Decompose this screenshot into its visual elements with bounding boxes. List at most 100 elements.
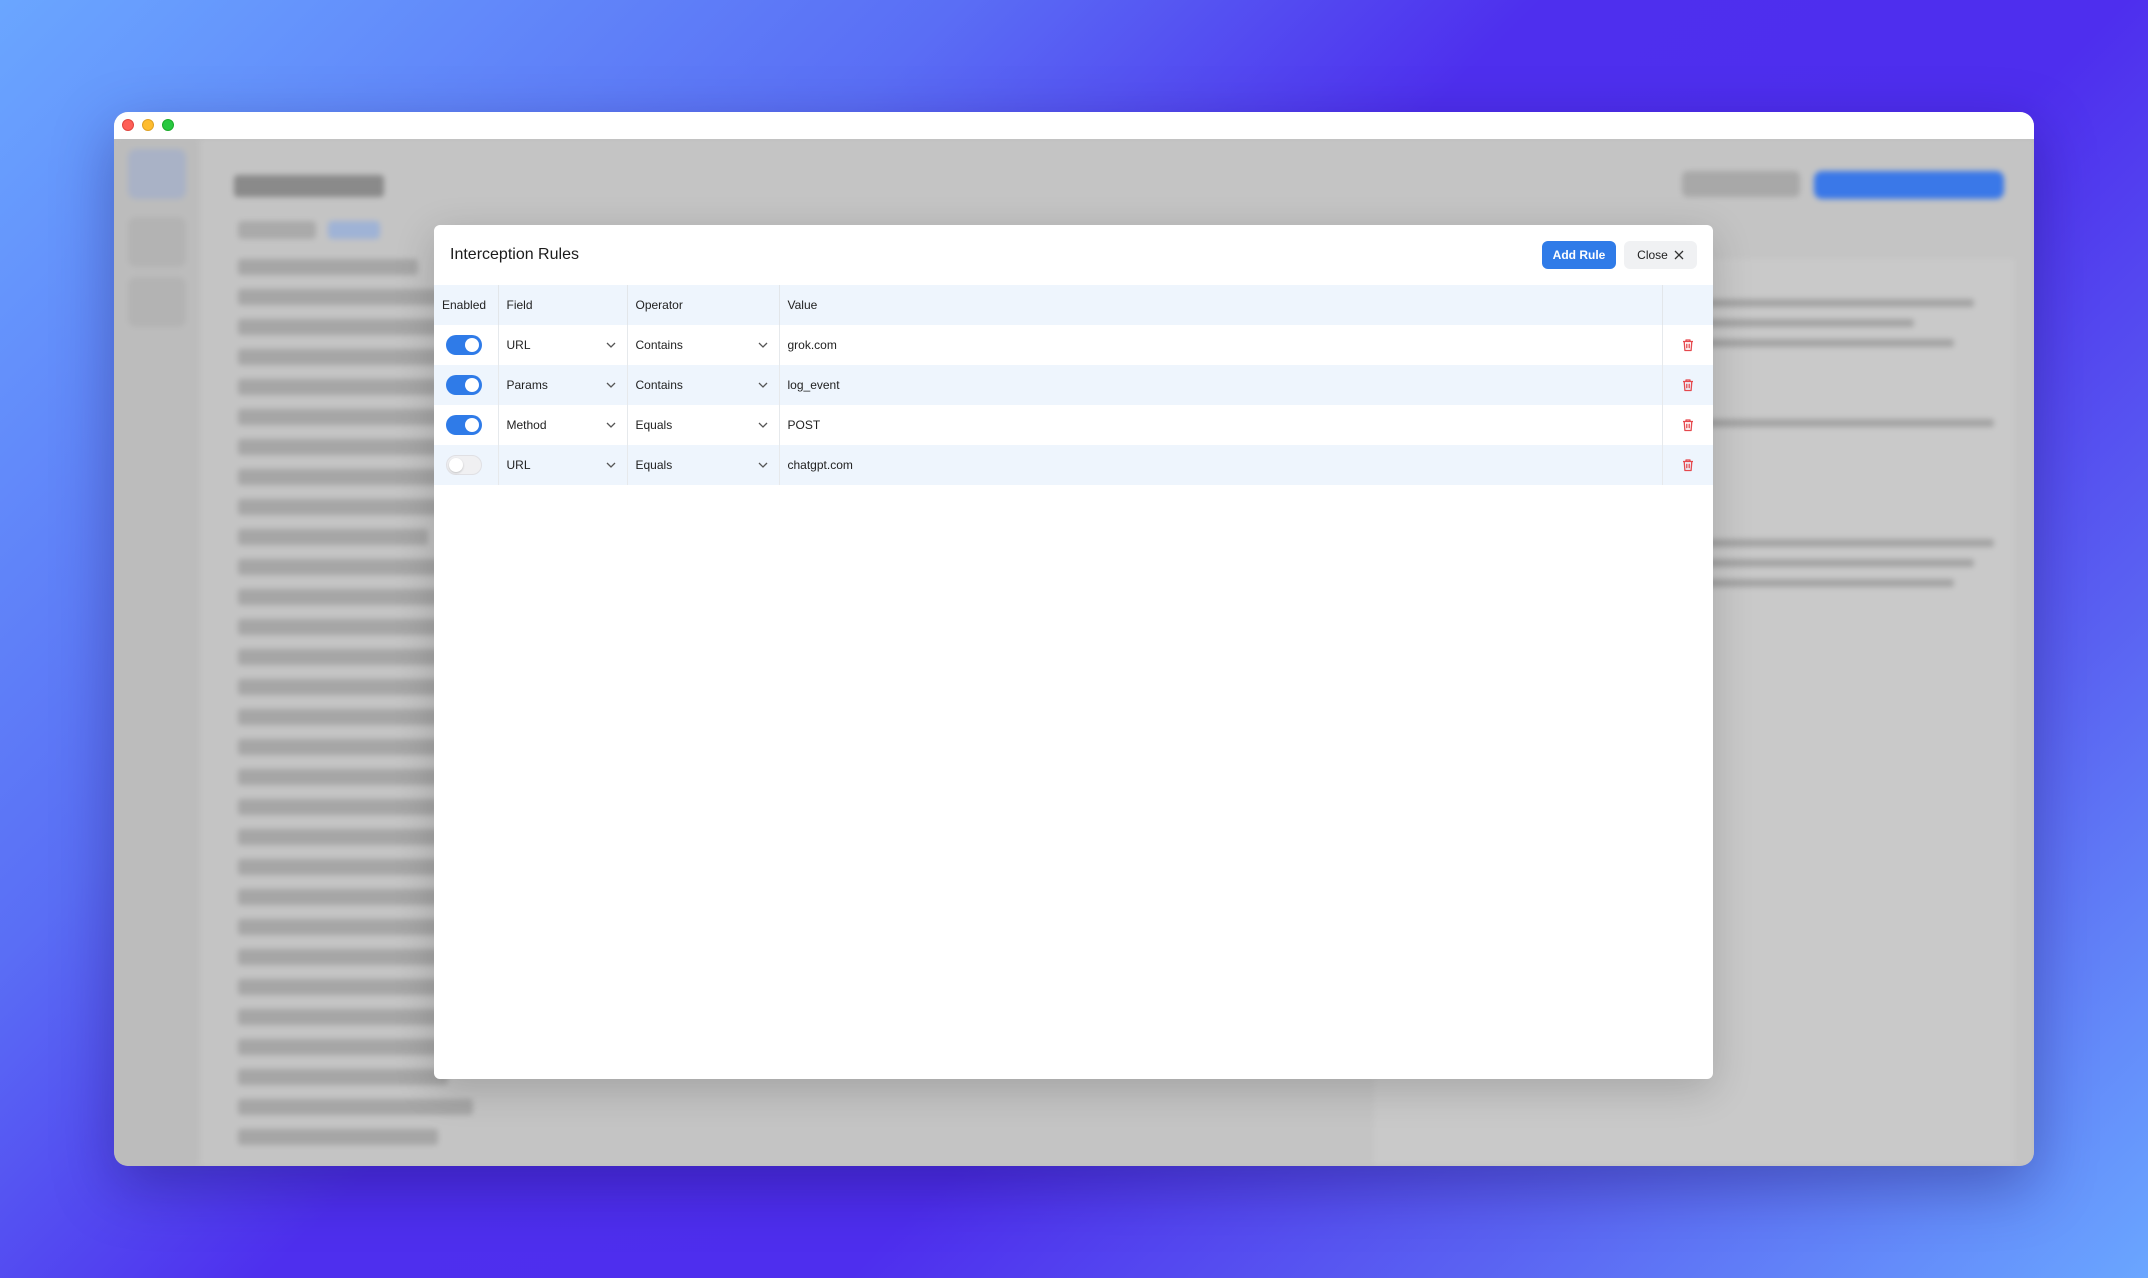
value-field[interactable]: grok.com [779,325,1663,365]
table-row: Params Contains log_event [434,365,1713,405]
modal-title: Interception Rules [450,246,579,263]
header-operator: Operator [627,285,780,325]
title-bar [114,112,2034,139]
field-select-value: URL [506,458,531,472]
table-header-row: Enabled Field Operator Value [434,285,1713,325]
background-row [238,1099,473,1115]
operator-select[interactable]: Equals [636,458,779,472]
delete-rule-button[interactable] [1671,378,1714,392]
chevron-down-icon [606,462,615,468]
delete-rule-button[interactable] [1671,338,1714,352]
operator-select-value: Contains [635,338,683,352]
operator-cell: Equals [627,405,780,445]
background-row [238,889,453,905]
field-select-value: Method [506,418,547,432]
background-row [238,379,438,395]
enabled-cell [434,445,499,485]
add-rule-button[interactable]: Add Rule [1542,241,1616,269]
table-row: Method Equals POST [434,405,1713,445]
interception-rules-modal: Interception Rules Add Rule Close Enable… [434,225,1713,1079]
enabled-toggle[interactable] [446,455,482,475]
operator-select-value: Equals [635,458,673,472]
background-tab [328,221,380,239]
window-minimize-button[interactable] [142,119,154,131]
window-close-button[interactable] [122,119,134,131]
operator-cell: Equals [627,445,780,485]
background-sidebar-item [128,217,186,267]
field-select[interactable]: URL [507,338,627,352]
toggle-knob [465,378,479,392]
field-select-value: Params [506,378,548,392]
background-sidebar-item [128,149,186,199]
field-select[interactable]: Method [507,418,627,432]
value-field[interactable]: log_event [779,365,1663,405]
field-cell: URL [498,325,628,365]
background-sidebar-item [128,277,186,327]
operator-cell: Contains [627,365,780,405]
background-row [238,469,448,485]
background-row [238,1009,463,1025]
close-button[interactable]: Close [1624,241,1697,269]
operator-select[interactable]: Contains [636,338,779,352]
toggle-knob [465,338,479,352]
operator-cell: Contains [627,325,780,365]
background-button [1682,171,1800,197]
close-button-label: Close [1637,248,1668,262]
background-row [238,649,443,665]
background-title [234,175,384,197]
field-select-value: URL [506,338,531,352]
header-enabled: Enabled [434,285,499,325]
table-row: URL Contains grok.com [434,325,1713,365]
close-icon [1674,250,1684,260]
delete-rule-button[interactable] [1671,418,1714,432]
actions-cell [1662,325,1713,365]
chevron-down-icon [758,342,767,348]
background-row [238,1129,438,1145]
toggle-knob [449,458,463,472]
field-select[interactable]: Params [507,378,627,392]
header-value: Value [779,285,1663,325]
chevron-down-icon [606,342,615,348]
chevron-down-icon [758,382,767,388]
background-row [238,529,428,545]
background-row [238,589,458,605]
rules-table: Enabled Field Operator Value URL Contains… [434,285,1713,485]
enabled-toggle[interactable] [446,335,482,355]
toggle-knob [465,418,479,432]
field-cell: URL [498,445,628,485]
table-row: URL Equals chatgpt.com [434,445,1713,485]
field-cell: Params [498,365,628,405]
operator-select-value: Contains [635,378,683,392]
value-field[interactable]: chatgpt.com [779,445,1663,485]
trash-icon [1682,459,1693,472]
value-field[interactable]: POST [779,405,1663,445]
trash-icon [1682,339,1693,352]
modal-header: Interception Rules Add Rule Close [434,225,1713,285]
header-actions [1662,285,1713,325]
background-tab [238,221,316,239]
background-sidebar [114,139,200,1166]
background-row [238,799,438,815]
actions-cell [1662,365,1713,405]
background-row [238,319,458,335]
field-select[interactable]: URL [507,458,627,472]
chevron-down-icon [758,462,767,468]
header-field: Field [498,285,628,325]
trash-icon [1682,379,1693,392]
chevron-down-icon [758,422,767,428]
field-cell: Method [498,405,628,445]
operator-select-value: Equals [635,418,673,432]
enabled-cell [434,325,499,365]
operator-select[interactable]: Contains [636,378,779,392]
operator-select[interactable]: Equals [636,418,779,432]
actions-cell [1662,405,1713,445]
background-row [238,949,443,965]
trash-icon [1682,419,1693,432]
chevron-down-icon [606,422,615,428]
enabled-cell [434,405,499,445]
window-maximize-button[interactable] [162,119,174,131]
enabled-toggle[interactable] [446,415,482,435]
delete-rule-button[interactable] [1671,458,1714,472]
enabled-toggle[interactable] [446,375,482,395]
background-row [238,1069,448,1085]
